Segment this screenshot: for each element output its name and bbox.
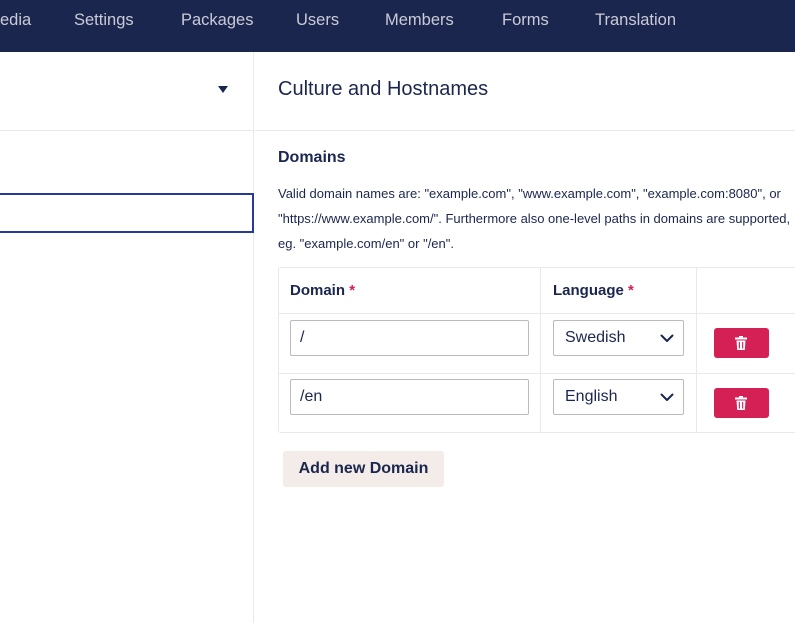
domain-input[interactable] <box>290 379 529 415</box>
domains-help-text: Valid domain names are: "example.com", "… <box>278 186 791 251</box>
delete-domain-button[interactable] <box>714 328 769 358</box>
nav-item-users[interactable]: Users <box>296 0 339 40</box>
trash-icon <box>735 396 747 410</box>
language-select-value: Swedish <box>565 329 626 346</box>
nav-item-forms[interactable]: Forms <box>502 0 549 40</box>
column-divider <box>540 268 541 432</box>
domains-table: Domain * Language * Swedish <box>278 267 795 433</box>
column-header-language-label: Language <box>553 282 624 299</box>
panel-title: Culture and Hostnames <box>278 78 489 100</box>
required-marker: * <box>349 282 356 299</box>
domain-input[interactable] <box>290 320 529 356</box>
chevron-down-icon <box>660 334 674 342</box>
left-panel-header <box>0 52 254 131</box>
column-header-language: Language * <box>553 282 634 299</box>
column-divider <box>696 268 697 432</box>
domains-section-title: Domains <box>278 149 346 166</box>
culture-hostnames-panel: Culture and Hostnames Domains Valid doma… <box>255 52 795 623</box>
caret-down-icon[interactable] <box>218 86 228 93</box>
row-divider <box>279 313 795 314</box>
required-marker: * <box>628 282 634 299</box>
left-panel <box>0 52 254 623</box>
nav-item-members[interactable]: Members <box>385 0 454 40</box>
column-header-domain-label: Domain <box>290 282 346 299</box>
left-panel-input[interactable] <box>0 193 254 233</box>
nav-item-packages[interactable]: Packages <box>181 0 253 40</box>
language-select[interactable]: English <box>553 379 684 415</box>
language-select[interactable]: Swedish <box>553 320 684 356</box>
chevron-down-icon <box>660 393 674 401</box>
panel-header: Culture and Hostnames <box>255 52 795 131</box>
add-new-domain-button[interactable]: Add new Domain <box>283 451 444 487</box>
column-header-domain: Domain * <box>290 282 355 299</box>
nav-item-media[interactable]: edia <box>0 0 31 40</box>
delete-domain-button[interactable] <box>714 388 769 418</box>
trash-icon <box>735 336 747 350</box>
row-divider <box>279 373 795 374</box>
nav-item-translation[interactable]: Translation <box>595 0 676 40</box>
nav-item-settings[interactable]: Settings <box>74 0 134 40</box>
language-select-value: English <box>565 388 618 405</box>
top-navigation-bar: edia Settings Packages Users Members For… <box>0 0 795 52</box>
